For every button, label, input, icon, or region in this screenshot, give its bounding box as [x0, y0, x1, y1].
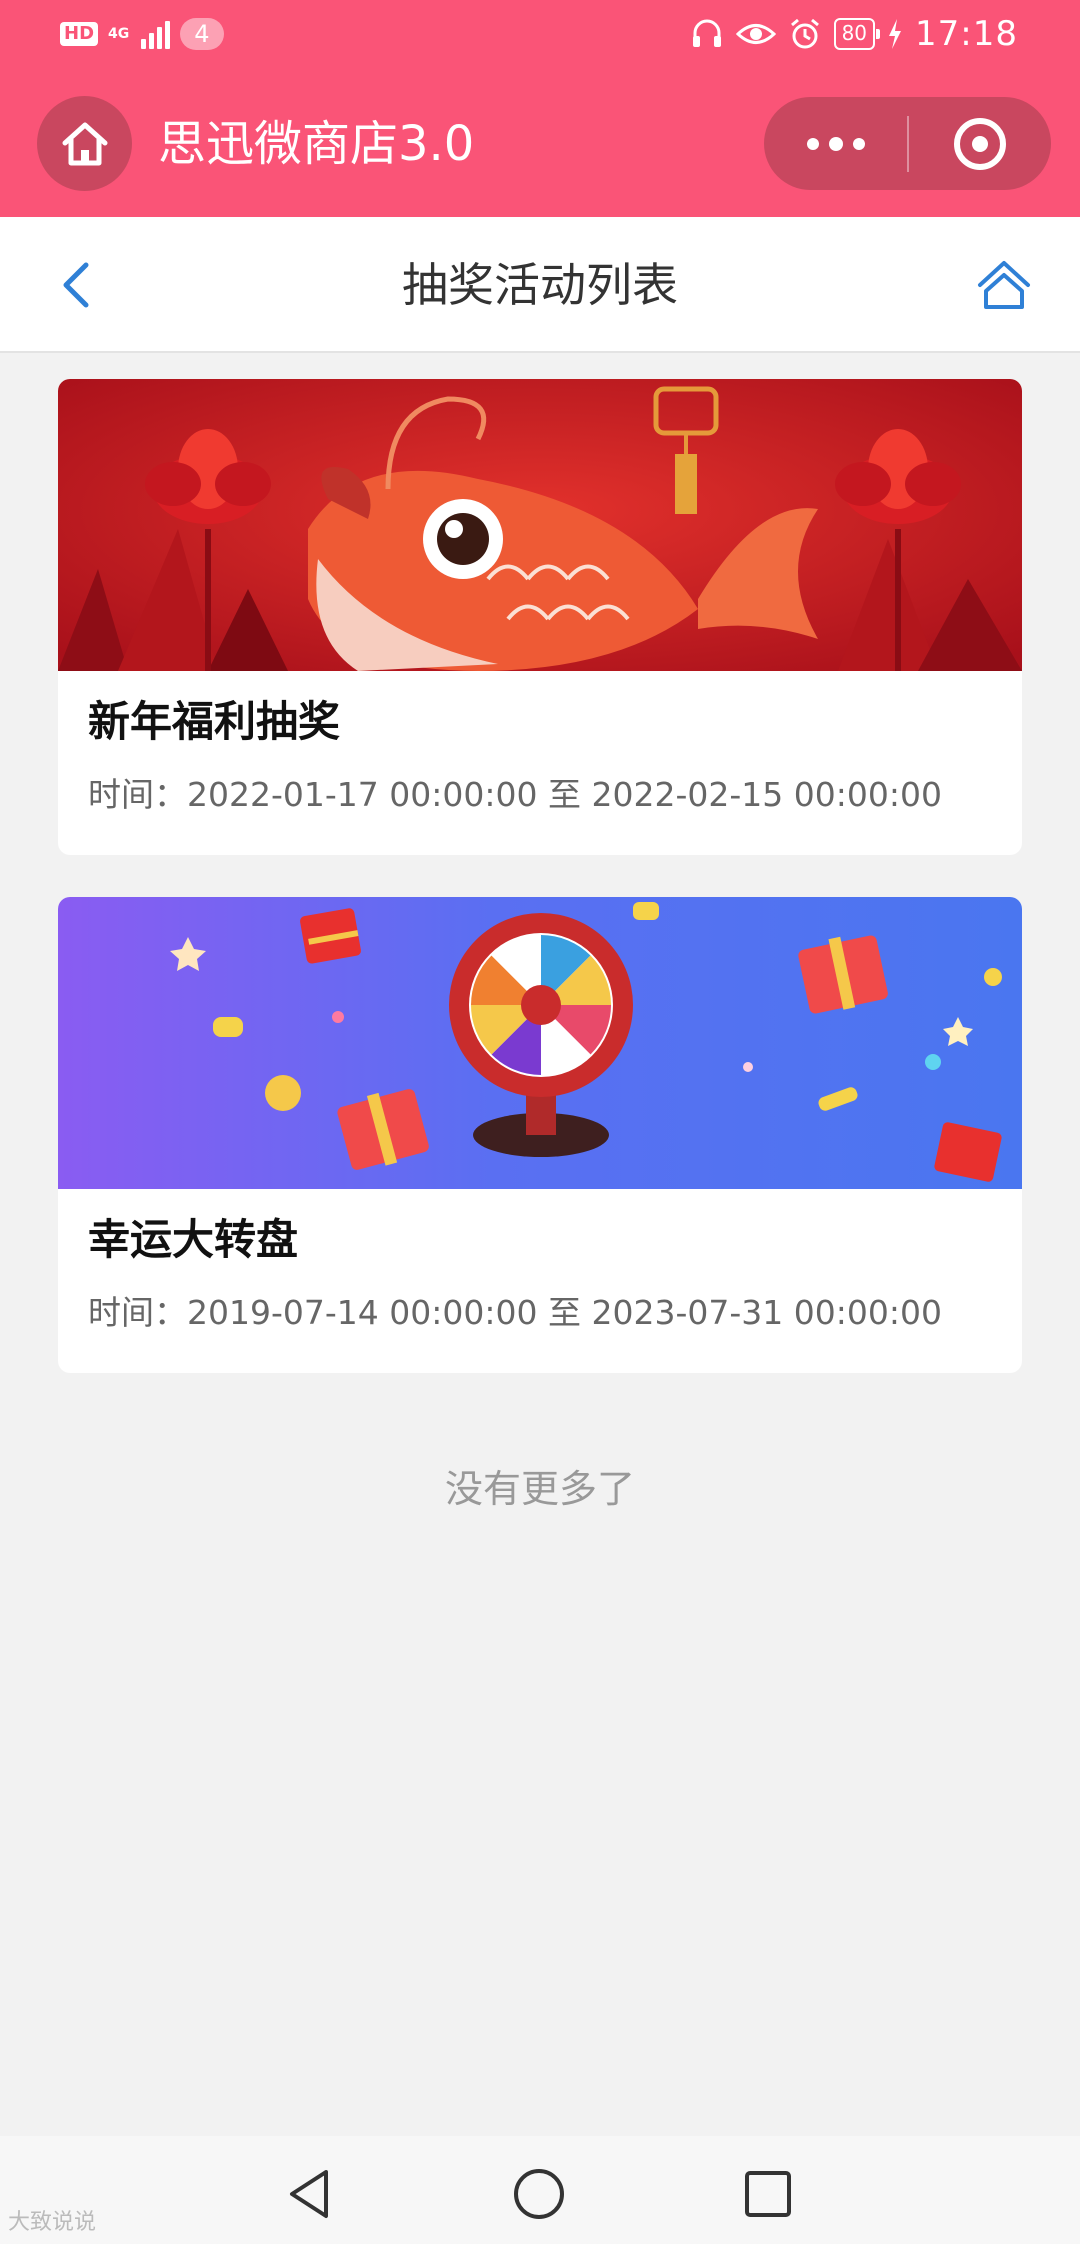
- more-dots-icon: [806, 137, 819, 150]
- charging-icon: [887, 19, 903, 49]
- activity-title: 新年福利抽奖: [88, 697, 341, 746]
- new-year-banner-image: [58, 379, 1022, 671]
- alarm-icon: [788, 17, 822, 51]
- status-left: HD 4G 4: [60, 18, 224, 50]
- network-type: 4G: [108, 26, 130, 42]
- lucky-wheel-banner-image: [58, 897, 1022, 1189]
- page-title: 抽奖活动列表: [402, 258, 678, 312]
- signal-icon: [141, 19, 171, 49]
- activity-card[interactable]: 幸运大转盘 时间：2019-07-14 00:00:00 至 2023-07-3…: [58, 897, 1022, 1373]
- home-circle-icon[interactable]: [511, 2166, 567, 2222]
- more-dot: [852, 137, 865, 150]
- hd-indicator: HD: [60, 22, 99, 46]
- back-triangle-icon[interactable]: [282, 2166, 338, 2222]
- more-dot: [828, 136, 843, 151]
- house-outline-icon[interactable]: [974, 255, 1034, 315]
- system-nav-bar: [0, 2136, 1080, 2244]
- clock: 17:18: [915, 14, 1018, 54]
- status-bar: HD 4G 4 80 17:18: [0, 0, 1080, 72]
- home-icon: [62, 122, 107, 165]
- mini-program-bar: 思迅微商店3.0: [0, 72, 1080, 217]
- no-more-text: 没有更多了: [444, 1467, 635, 1511]
- home-button[interactable]: [37, 96, 132, 191]
- battery-indicator: 80: [833, 18, 881, 50]
- status-right: 80 17:18: [690, 14, 1018, 54]
- mini-program-title: 思迅微商店3.0: [158, 116, 475, 172]
- page-nav-bar: 抽奖活动列表: [0, 217, 1080, 353]
- recent-apps-icon[interactable]: [740, 2166, 796, 2222]
- activity-title: 幸运大转盘: [88, 1215, 299, 1264]
- activity-time: 时间：2019-07-14 00:00:00 至 2023-07-31 00:0…: [88, 1293, 942, 1332]
- activity-time: 时间：2022-01-17 00:00:00 至 2022-02-15 00:0…: [88, 775, 942, 814]
- activity-card[interactable]: 新年福利抽奖 时间：2022-01-17 00:00:00 至 2022-02-…: [58, 379, 1022, 855]
- headphones-icon: [690, 17, 724, 51]
- watermark: 大致说说: [8, 2210, 97, 2235]
- eye-icon: [735, 17, 776, 51]
- top-header: HD 4G 4 80 17:18 思迅微商店3.0: [0, 0, 1080, 217]
- more-button[interactable]: [764, 97, 907, 190]
- close-mini-program-button[interactable]: [909, 97, 1051, 190]
- notification-badge: 4: [180, 18, 224, 50]
- target-icon: [954, 117, 1006, 170]
- capsule-menu: [764, 97, 1051, 190]
